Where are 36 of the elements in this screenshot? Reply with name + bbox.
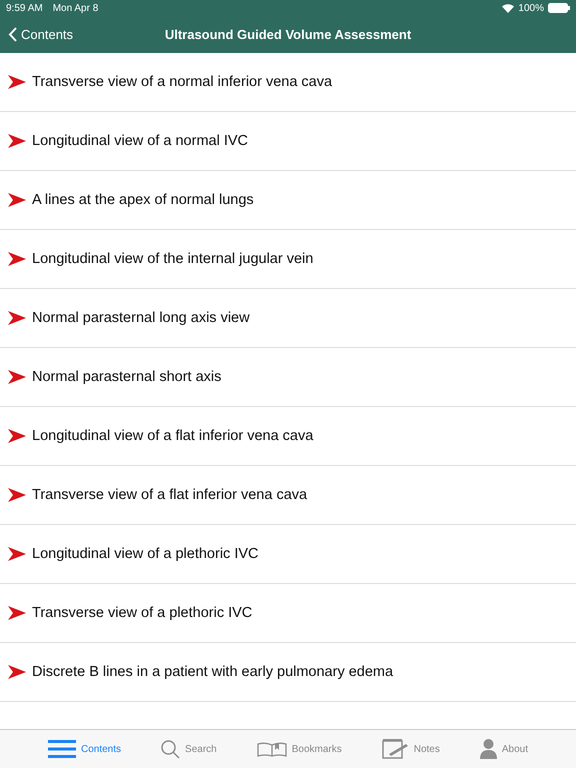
arrow-icon bbox=[8, 193, 26, 207]
arrow-icon bbox=[8, 665, 26, 679]
arrow-icon bbox=[8, 606, 26, 620]
arrow-icon bbox=[8, 134, 26, 148]
screen-title: Ultrasound Guided Volume Assessment bbox=[164, 27, 412, 42]
battery-percent: 100% bbox=[518, 2, 544, 14]
menu-icon bbox=[48, 740, 76, 758]
list-item[interactable]: Discrete B lines in a patient with early pulmonary edema bbox=[0, 643, 576, 702]
arrow-icon bbox=[8, 429, 26, 443]
notepad-pencil-icon bbox=[382, 739, 409, 759]
list-item[interactable]: Longitudinal view of a plethoric IVC bbox=[0, 525, 576, 584]
person-icon bbox=[480, 739, 497, 759]
status-date: Mon Apr 8 bbox=[52, 2, 98, 14]
back-button[interactable]: Contents bbox=[0, 26, 80, 43]
tab-item[interactable]: Contents bbox=[48, 740, 122, 758]
list-item[interactable]: Transverse view of a plethoric IVC bbox=[0, 584, 576, 643]
list-item[interactable]: Longitudinal view of the internal jugular vein bbox=[0, 230, 576, 289]
wifi-icon bbox=[502, 4, 514, 12]
arrow-icon bbox=[8, 547, 26, 561]
arrow-icon bbox=[8, 252, 26, 266]
arrow-icon bbox=[8, 370, 26, 384]
list-item[interactable]: Normal parasternal long axis view bbox=[0, 289, 576, 348]
list-item[interactable]: Transverse view of a flat inferior vena cava bbox=[0, 466, 576, 525]
list-item[interactable]: Transverse view of a normal inferior vena cava bbox=[0, 53, 576, 112]
list-item[interactable]: Longitudinal view of a normal IVC bbox=[0, 112, 576, 171]
arrow-icon bbox=[8, 311, 26, 325]
list-item[interactable]: A lines at the apex of normal lungs bbox=[0, 171, 576, 230]
status-time: 9:59 AM bbox=[6, 2, 43, 14]
arrow-icon bbox=[8, 75, 26, 89]
arrow-icon bbox=[8, 488, 26, 502]
search-icon bbox=[161, 740, 180, 758]
battery-icon bbox=[548, 3, 570, 13]
book-icon bbox=[256, 742, 287, 756]
list-item[interactable]: Normal parasternal short axis bbox=[0, 348, 576, 407]
chevron-left-icon bbox=[8, 27, 17, 42]
list-item[interactable]: Longitudinal view of a flat inferior vena cava bbox=[0, 407, 576, 466]
